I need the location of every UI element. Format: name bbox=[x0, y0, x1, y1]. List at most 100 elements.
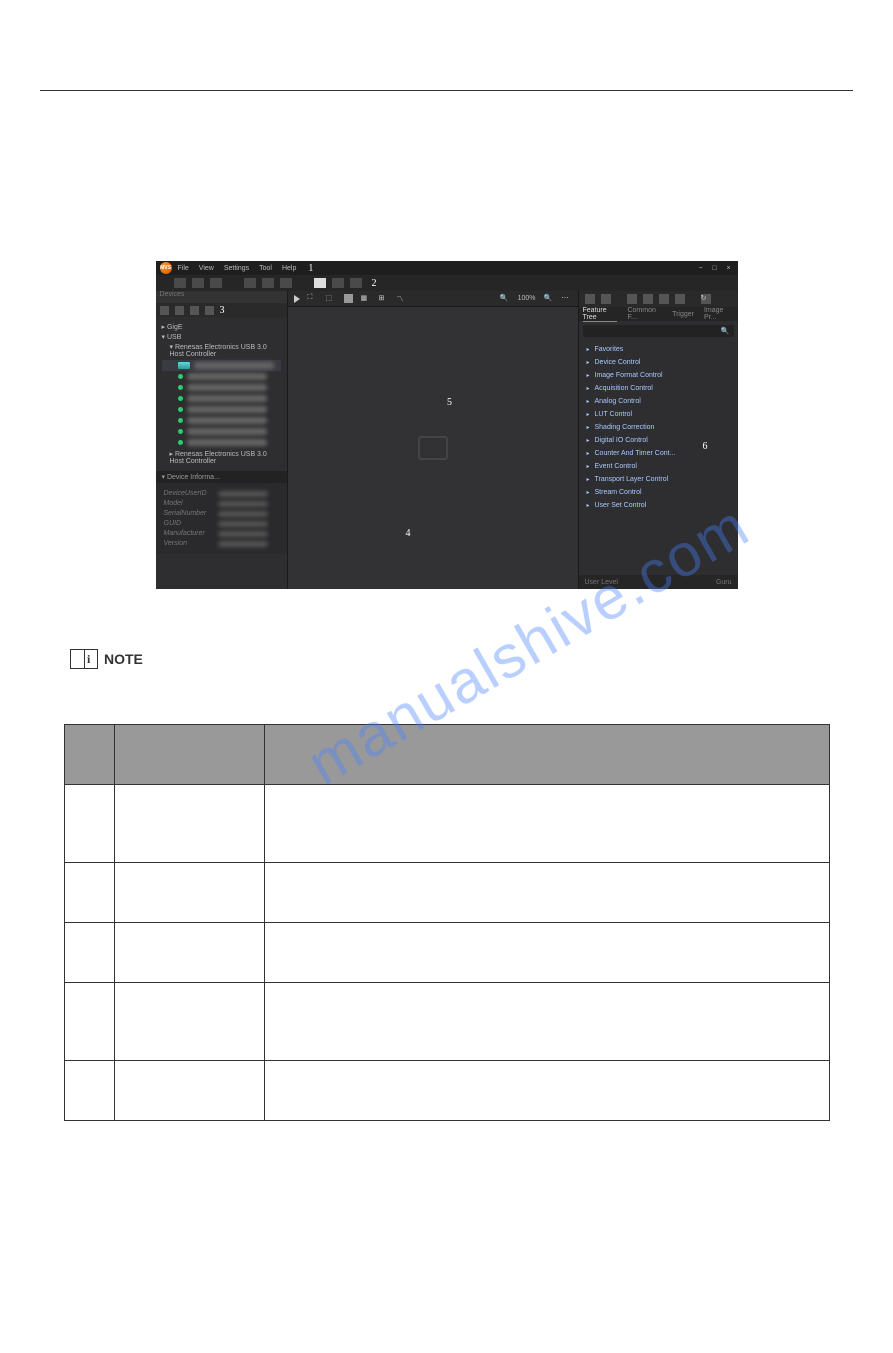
device-tool-icon[interactable] bbox=[175, 306, 184, 315]
fit-icon[interactable]: ⬚ bbox=[326, 294, 336, 304]
feat-analog[interactable]: Analog Control bbox=[587, 395, 730, 408]
menu-view[interactable]: View bbox=[199, 265, 214, 272]
annotation-1: 1 bbox=[308, 263, 313, 274]
feat-lut[interactable]: LUT Control bbox=[587, 408, 730, 421]
user-level-value[interactable]: Guru bbox=[716, 579, 732, 586]
zoom-out-icon[interactable]: 🔍 bbox=[500, 294, 510, 304]
zoom-in-icon[interactable]: 🔍 bbox=[544, 294, 554, 304]
maximize-button[interactable]: □ bbox=[710, 265, 720, 272]
camera-icon bbox=[178, 362, 190, 369]
tree-node-host[interactable]: ▸ Renesas Electronics USB 3.0 Host Contr… bbox=[162, 450, 281, 465]
menu-help[interactable]: Help bbox=[282, 265, 296, 272]
info-key: DeviceUserID bbox=[164, 490, 218, 497]
feature-search[interactable]: 🔍 bbox=[583, 325, 734, 337]
play-icon[interactable] bbox=[294, 295, 300, 303]
placeholder-logo-icon bbox=[418, 436, 448, 460]
annotation-5: 5 bbox=[447, 397, 452, 408]
device-item-selected[interactable] bbox=[162, 360, 281, 371]
feature-tool-icon[interactable] bbox=[675, 294, 685, 304]
toolbar-icon[interactable] bbox=[280, 278, 292, 288]
control-toolbar: 2 bbox=[156, 275, 738, 291]
chart-icon[interactable]: 〽 bbox=[397, 294, 407, 304]
menu-tool[interactable]: Tool bbox=[259, 265, 272, 272]
toolbar-icon[interactable] bbox=[314, 278, 326, 288]
feature-tool-icon[interactable] bbox=[601, 294, 611, 304]
more-icon[interactable]: ⋯ bbox=[562, 294, 572, 304]
note-label: NOTE bbox=[104, 651, 143, 667]
device-tool-icon[interactable] bbox=[190, 306, 199, 315]
toolbar-icon[interactable] bbox=[210, 278, 222, 288]
tab-feature-tree[interactable]: Feature Tree bbox=[583, 307, 618, 322]
feat-counter[interactable]: Counter And Timer Cont... bbox=[587, 447, 730, 460]
device-info-panel: DeviceUserID Model SerialNumber GUID Man… bbox=[156, 483, 287, 554]
feat-acquisition[interactable]: Acquisition Control bbox=[587, 382, 730, 395]
refresh-icon[interactable]: ↻ bbox=[701, 294, 711, 304]
fullscreen-icon[interactable]: ⛶ bbox=[308, 294, 318, 304]
layout-grid-icon[interactable]: ⊞ bbox=[379, 294, 389, 304]
col-name bbox=[114, 725, 264, 785]
feature-toolbar: ↻ bbox=[579, 291, 738, 307]
annotation-4: 4 bbox=[406, 528, 411, 539]
page-rule-top bbox=[40, 90, 853, 91]
close-button[interactable]: × bbox=[724, 265, 734, 272]
layout-2-icon[interactable]: ▦ bbox=[361, 294, 371, 304]
tab-trigger[interactable]: Trigger bbox=[672, 311, 694, 318]
feature-tool-icon[interactable] bbox=[585, 294, 595, 304]
device-item[interactable] bbox=[162, 404, 281, 415]
tree-node-host[interactable]: ▾ Renesas Electronics USB 3.0 Host Contr… bbox=[162, 343, 281, 358]
col-desc bbox=[264, 725, 829, 785]
menu-file[interactable]: File bbox=[178, 265, 189, 272]
device-tree: ▸ GigE ▾ USB ▾ Renesas Electronics USB 3… bbox=[156, 317, 287, 471]
feature-tabs: Feature Tree Common F... Trigger Image P… bbox=[579, 307, 738, 321]
toolbar-icon[interactable] bbox=[332, 278, 344, 288]
col-no bbox=[64, 725, 114, 785]
feature-tool-icon[interactable] bbox=[627, 294, 637, 304]
feat-shading[interactable]: Shading Correction bbox=[587, 421, 730, 434]
device-toolbar: 3 bbox=[156, 303, 287, 317]
zoom-value: 100% bbox=[518, 295, 536, 302]
toolbar-icon[interactable] bbox=[244, 278, 256, 288]
feature-tool-icon[interactable] bbox=[659, 294, 669, 304]
device-tool-icon[interactable] bbox=[205, 306, 214, 315]
toolbar-icon[interactable] bbox=[350, 278, 362, 288]
user-level-label: User Level bbox=[585, 579, 618, 586]
device-item[interactable] bbox=[162, 415, 281, 426]
info-key: Version bbox=[164, 540, 218, 547]
feat-digital-io[interactable]: Digital IO Control bbox=[587, 434, 730, 447]
layout-1-icon[interactable] bbox=[344, 294, 353, 303]
feature-tree-list: Favorites Device Control Image Format Co… bbox=[579, 341, 738, 514]
info-key: SerialNumber bbox=[164, 510, 218, 517]
device-item[interactable] bbox=[162, 393, 281, 404]
device-item[interactable] bbox=[162, 371, 281, 382]
feat-image-format[interactable]: Image Format Control bbox=[587, 369, 730, 382]
feat-event[interactable]: Event Control bbox=[587, 460, 730, 473]
device-item[interactable] bbox=[162, 382, 281, 393]
menu-settings[interactable]: Settings bbox=[224, 265, 249, 272]
app-screenshot: MVS File View Settings Tool Help 1 − □ ×… bbox=[156, 261, 738, 589]
feat-transport[interactable]: Transport Layer Control bbox=[587, 473, 730, 486]
annotation-2: 2 bbox=[372, 278, 377, 289]
device-item[interactable] bbox=[162, 437, 281, 448]
tree-node-gige[interactable]: ▸ GigE bbox=[162, 323, 281, 331]
feature-tool-icon[interactable] bbox=[643, 294, 653, 304]
description-table bbox=[64, 724, 830, 1121]
feature-footer: User Level Guru bbox=[579, 575, 738, 589]
toolbar-icon[interactable] bbox=[192, 278, 204, 288]
device-item[interactable] bbox=[162, 426, 281, 437]
tab-image[interactable]: Image Pr... bbox=[704, 307, 734, 321]
feat-userset[interactable]: User Set Control bbox=[587, 499, 730, 512]
device-tool-icon[interactable] bbox=[160, 306, 169, 315]
minimize-button[interactable]: − bbox=[696, 265, 706, 272]
info-key: Manufacturer bbox=[164, 530, 218, 537]
toolbar-icon[interactable] bbox=[174, 278, 186, 288]
feat-favorites[interactable]: Favorites bbox=[587, 343, 730, 356]
tab-common[interactable]: Common F... bbox=[627, 307, 662, 321]
device-info-header[interactable]: ▾ Device Informa... bbox=[156, 471, 287, 483]
feat-device-control[interactable]: Device Control bbox=[587, 356, 730, 369]
app-logo-icon: MVS bbox=[160, 262, 172, 274]
toolbar-icon[interactable] bbox=[262, 278, 274, 288]
tree-node-usb[interactable]: ▾ USB bbox=[162, 333, 281, 341]
feat-stream[interactable]: Stream Control bbox=[587, 486, 730, 499]
device-list-panel: Devices 3 ▸ GigE ▾ USB ▾ Renesas Electro… bbox=[156, 291, 288, 589]
note-callout: i NOTE bbox=[70, 649, 893, 669]
